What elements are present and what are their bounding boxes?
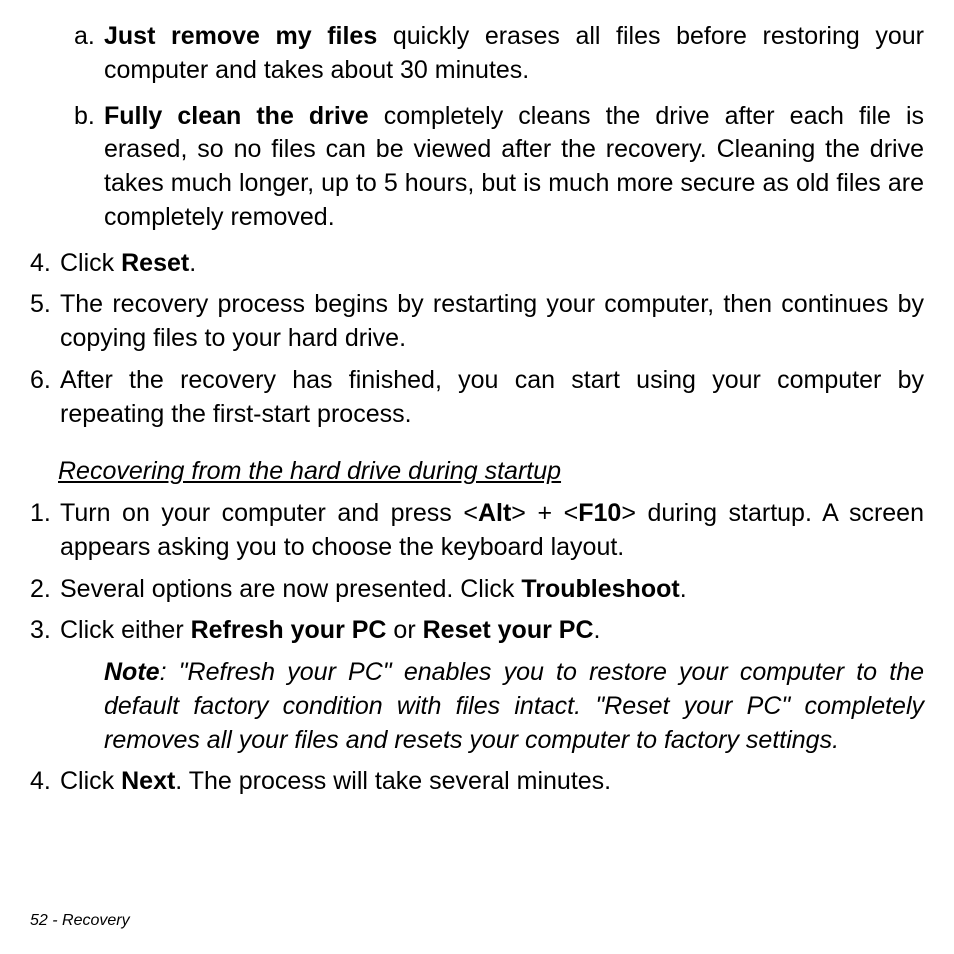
step-bold-f10: F10 [578, 499, 621, 527]
step-5: 5. The recovery process begins by restar… [60, 288, 924, 356]
step2-3: 3. Click either Refresh your PC or Reset… [60, 614, 924, 648]
step-text-post: . The process will take several minutes. [175, 767, 611, 795]
sublist-item-a: a. Just remove my files quickly erases a… [104, 20, 924, 88]
list-marker: a. [74, 20, 95, 54]
step-bold-refresh: Refresh your PC [191, 616, 387, 644]
document-page: a. Just remove my files quickly erases a… [0, 0, 954, 954]
step-text: After the recovery has finished, you can… [60, 366, 924, 428]
note-label: Note [104, 658, 160, 686]
step-bold: Troubleshoot [521, 575, 679, 603]
numbered-list-1: 4. Click Reset. 5. The recovery process … [30, 247, 924, 432]
sublist-item-b: b. Fully clean the drive completely clea… [104, 100, 924, 235]
step-6: 6. After the recovery has finished, you … [60, 364, 924, 432]
step2-1: 1. Turn on your computer and press <Alt>… [60, 497, 924, 565]
sublist-bold-a: Just remove my files [104, 22, 377, 50]
list-marker: 6. [30, 364, 51, 398]
numbered-list-2b: 4. Click Next. The process will take sev… [30, 765, 924, 799]
step-4: 4. Click Reset. [60, 247, 924, 281]
step-text-pre: Turn on your computer and press < [60, 499, 478, 527]
step2-2: 2. Several options are now presented. Cl… [60, 573, 924, 607]
list-marker: 4. [30, 765, 51, 799]
step-bold: Reset [121, 249, 189, 277]
list-marker: 2. [30, 573, 51, 607]
sublist-bold-b: Fully clean the drive [104, 102, 369, 130]
step-text-pre: Click [60, 767, 121, 795]
numbered-list-2: 1. Turn on your computer and press <Alt>… [30, 497, 924, 648]
step-bold: Next [121, 767, 175, 795]
list-marker: 5. [30, 288, 51, 322]
step-text-pre: Click [60, 249, 121, 277]
note-text: : "Refresh your PC" enables you to resto… [104, 658, 924, 754]
step-text-post: . [594, 616, 601, 644]
page-footer: 52 - Recovery [30, 910, 130, 932]
step2-4: 4. Click Next. The process will take sev… [60, 765, 924, 799]
step-text-post: . [680, 575, 687, 603]
step-text-pre: Click either [60, 616, 191, 644]
step-bold-reset: Reset your PC [423, 616, 594, 644]
step-text: The recovery process begins by restartin… [60, 290, 924, 352]
list-marker: 3. [30, 614, 51, 648]
step-text-pre: Several options are now presented. Click [60, 575, 521, 603]
note-block: Note: "Refresh your PC" enables you to r… [30, 656, 924, 757]
section-heading: Recovering from the hard drive during st… [58, 455, 924, 489]
step-text-post: . [189, 249, 196, 277]
list-marker: 1. [30, 497, 51, 531]
step-text-mid: or [386, 616, 422, 644]
step-bold-alt: Alt [478, 499, 511, 527]
list-marker: b. [74, 100, 95, 134]
sublist-alpha: a. Just remove my files quickly erases a… [30, 20, 924, 235]
step-text-mid: > + < [511, 499, 578, 527]
list-marker: 4. [30, 247, 51, 281]
